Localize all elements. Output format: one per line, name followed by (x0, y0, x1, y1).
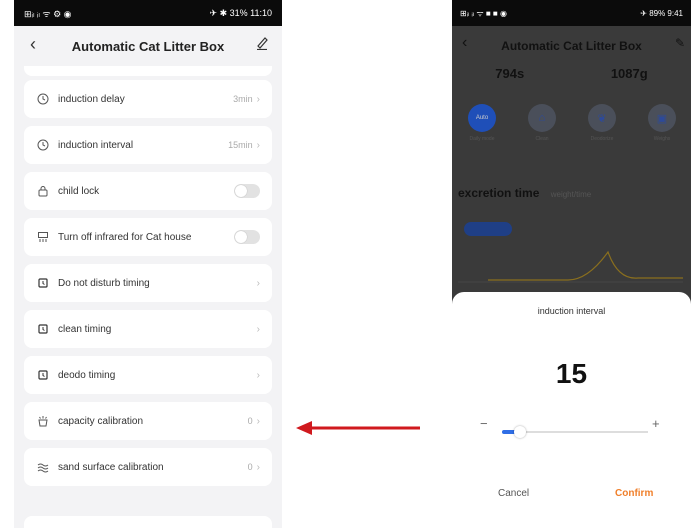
status-bar: ⊞ᵢₗ ᵢₗ ᯤ ⚙ ◉ ✈ ✱ 31% 11:10 (14, 0, 282, 26)
app-header: ‹ Automatic Cat Litter Box (14, 26, 282, 66)
bottom-sheet: induction interval 15 − + Cancel Confirm (452, 292, 691, 528)
mode-buttons: Auto Daily mode ⌂ Clean ❦ Deodorize ▣ We… (462, 104, 682, 154)
item-label: Do not disturb timing (58, 277, 150, 289)
alarm-icon (36, 276, 50, 290)
excretion-sub: weight/time (550, 190, 592, 199)
page-title: Automatic Cat Litter Box (71, 38, 225, 54)
item-label: induction interval (58, 139, 134, 151)
chevron-right-icon: › (256, 93, 260, 105)
scale-icon: ▣ (648, 104, 676, 132)
list-item-induction-delay[interactable]: induction delay 3min › (24, 80, 272, 118)
list-item-partial (24, 66, 272, 76)
mode-clean: ⌂ Clean (522, 104, 562, 154)
clock-icon (36, 92, 50, 106)
stats-row: 794s 1087g (452, 66, 691, 96)
mode-weigh: ▣ Weighs (642, 104, 682, 154)
mode-caption: Deodorize (590, 136, 614, 142)
chevron-right-icon: › (256, 139, 260, 151)
status-left-icons: ⊞ᵢₗ ᵢₗ ᯤ ■ ■ ◉ (460, 8, 507, 18)
list-item-infrared: Turn off infrared for Cat house (24, 218, 272, 256)
item-value: 3min (233, 94, 253, 104)
capacity-icon (36, 414, 50, 428)
settings-list: induction delay 3min › induction interva… (24, 80, 272, 494)
chevron-right-icon: › (256, 461, 260, 473)
chevron-right-icon: › (256, 369, 260, 381)
item-label: capacity calibration (58, 415, 144, 427)
status-bar: ⊞ᵢₗ ᵢₗ ᯤ ■ ■ ◉ ✈ 89% 9:41 (452, 0, 691, 26)
list-item-dnd-timing[interactable]: Do not disturb timing › (24, 264, 272, 302)
item-label: child lock (58, 185, 100, 197)
back-button[interactable]: ‹ (30, 34, 36, 55)
excretion-title: excretion time (458, 186, 540, 200)
item-value: 0 (247, 416, 253, 426)
red-arrow-icon (296, 421, 420, 435)
lock-icon (36, 184, 50, 198)
infrared-icon (36, 230, 50, 244)
confirm-button[interactable]: Confirm (615, 488, 653, 499)
page-title: Automatic Cat Litter Box (501, 39, 642, 53)
mode-caption: Daily mode (469, 136, 495, 142)
list-item-deodo-timing[interactable]: deodo timing › (24, 356, 272, 394)
item-label: induction delay (58, 93, 125, 105)
list-item-child-lock: child lock (24, 172, 272, 210)
plus-button[interactable]: + (652, 416, 660, 431)
right-phone-screen: ⊞ᵢₗ ᵢₗ ᯤ ■ ■ ◉ ✈ 89% 9:41 ‹ Automatic Ca… (452, 0, 691, 528)
mode-auto: Auto Daily mode (462, 104, 502, 154)
edit-icon[interactable] (256, 36, 268, 50)
list-item-sand-calibration[interactable]: sand surface calibration 0 › (24, 448, 272, 486)
selected-value: 15 (555, 358, 588, 389)
mode-deodorize: ❦ Deodorize (582, 104, 622, 154)
mode-caption: Weighs (653, 136, 671, 142)
slider-thumb[interactable] (513, 426, 526, 438)
list-item-capacity-calibration[interactable]: capacity calibration 0 › (24, 402, 272, 440)
sheet-title: induction interval (537, 306, 606, 316)
item-label: clean timing (58, 323, 112, 335)
leaf-icon: ❦ (588, 104, 616, 132)
clock-icon (36, 138, 50, 152)
app-header-dimmed: ‹ Automatic Cat Litter Box ✎ (452, 26, 691, 66)
auto-mode-icon: Auto (468, 104, 496, 132)
status-right-icons: ✈ ✱ 31% 11:10 (209, 7, 272, 18)
list-item-induction-interval[interactable]: induction interval 15min › (24, 126, 272, 164)
clean-icon: ⌂ (528, 104, 556, 132)
stat-duration: 794s (495, 66, 525, 81)
list-item-partial (24, 516, 272, 528)
item-label: Turn off infrared for Cat house (58, 231, 192, 243)
minus-button[interactable]: − (480, 416, 488, 431)
wave-icon (36, 460, 50, 474)
infrared-toggle[interactable] (234, 230, 260, 244)
item-value: 0 (247, 462, 253, 472)
chevron-right-icon: › (256, 323, 260, 335)
list-item-clean-timing[interactable]: clean timing › (24, 310, 272, 348)
back-icon: ‹ (462, 34, 468, 51)
item-value: 15min (228, 140, 253, 150)
status-right-icons: ✈ 89% 9:41 (640, 8, 683, 18)
stat-weight: 1087g (610, 66, 648, 81)
child-lock-toggle[interactable] (234, 184, 260, 198)
alarm-icon (36, 322, 50, 336)
excretion-chart-dimmed (458, 222, 683, 283)
chevron-right-icon: › (256, 277, 260, 289)
left-phone-screen: ⊞ᵢₗ ᵢₗ ᯤ ⚙ ◉ ✈ ✱ 31% 11:10 ‹ Automatic C… (14, 0, 282, 528)
excretion-heading: excretion time weight/time (458, 186, 591, 200)
mode-caption: Clean (535, 136, 549, 142)
item-label: sand surface calibration (58, 461, 164, 473)
chevron-right-icon: › (256, 415, 260, 427)
status-left-icons: ⊞ᵢₗ ᵢₗ ᯤ ⚙ ◉ (24, 8, 72, 19)
edit-icon: ✎ (674, 36, 685, 50)
cancel-button[interactable]: Cancel (498, 488, 529, 499)
alarm-icon (36, 368, 50, 382)
item-label: deodo timing (58, 369, 116, 381)
